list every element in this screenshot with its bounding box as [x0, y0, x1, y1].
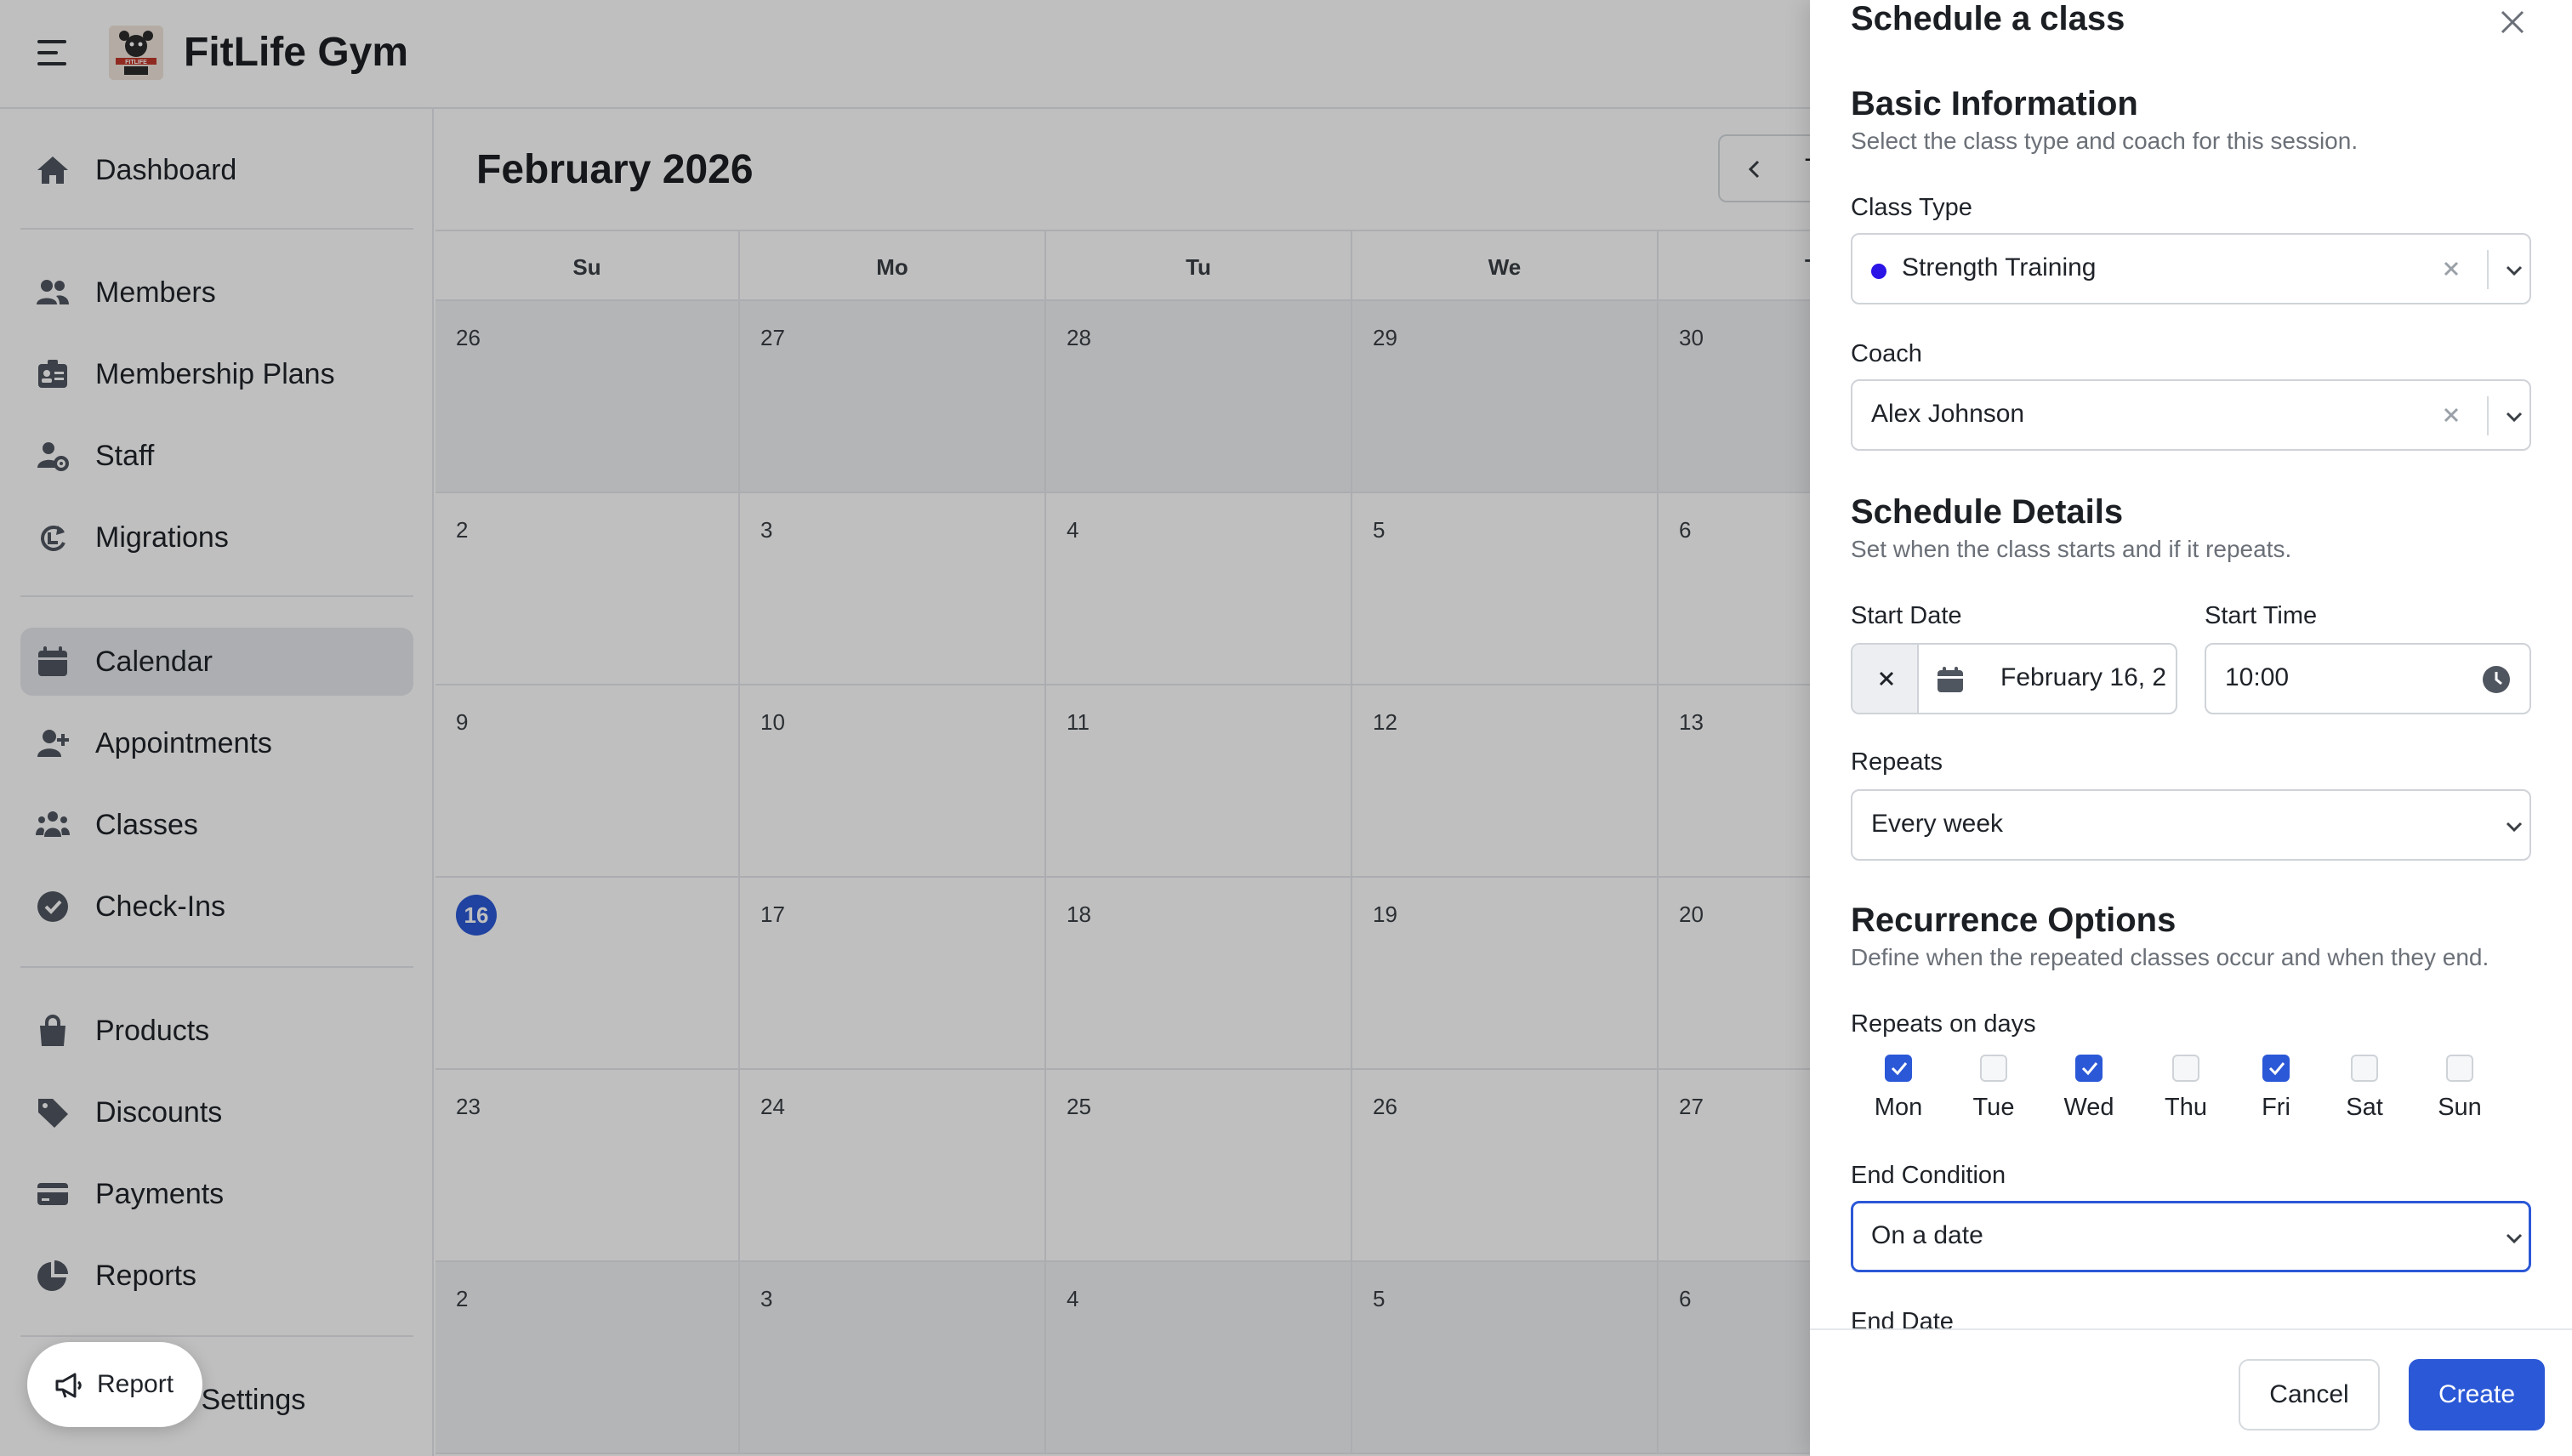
day-checkbox[interactable] [1980, 1055, 2007, 1082]
day-option-mon[interactable]: Mon [1864, 1055, 1932, 1128]
section-desc-recurrence: Define when the repeated classes occur a… [1851, 944, 2489, 970]
day-option-wed[interactable]: Wed [2055, 1055, 2123, 1128]
end-condition-label: End Condition [1851, 1162, 2006, 1189]
checkmark-icon [2268, 1062, 2285, 1076]
modal-backdrop[interactable] [0, 0, 1810, 1456]
checkmark-icon [1891, 1062, 1908, 1076]
day-label: Sun [2438, 1094, 2482, 1121]
section-desc-schedule: Set when the class starts and if it repe… [1851, 536, 2292, 562]
day-checkbox[interactable] [2172, 1055, 2199, 1082]
day-label: Sat [2346, 1094, 2383, 1121]
day-label: Mon [1874, 1094, 1923, 1121]
class-type-select[interactable]: Strength Training [1851, 233, 2531, 304]
start-time-label: Start Time [2205, 602, 2318, 629]
calendar-icon [1938, 667, 1963, 692]
day-label: Wed [2063, 1094, 2114, 1121]
megaphone-icon [55, 1373, 82, 1398]
day-checkbox[interactable] [2075, 1055, 2103, 1082]
schedule-class-drawer: Schedule a class Basic Information Selec… [1810, 0, 2572, 1456]
repeats-on-days-label: Repeats on days [1851, 1010, 2036, 1038]
drawer-title: Schedule a class [1851, 0, 2125, 37]
close-icon[interactable] [2495, 5, 2529, 39]
chevron-down-icon[interactable] [2502, 815, 2526, 839]
start-date-input[interactable]: February 16, 2 [1851, 643, 2177, 714]
start-time-input[interactable]: 10:00 [2205, 643, 2531, 714]
day-option-sat[interactable]: Sat [2330, 1055, 2398, 1128]
close-icon [1879, 671, 1894, 686]
coach-label: Coach [1851, 340, 1922, 367]
end-condition-select[interactable]: On a date [1851, 1201, 2531, 1272]
section-title-schedule: Schedule Details [1851, 493, 2124, 531]
start-date-label: Start Date [1851, 602, 1962, 629]
chevron-down-icon[interactable] [2502, 405, 2526, 429]
day-option-fri[interactable]: Fri [2242, 1055, 2310, 1128]
day-option-sun[interactable]: Sun [2426, 1055, 2494, 1128]
clear-icon[interactable] [2439, 403, 2463, 427]
day-checkbox[interactable] [2262, 1055, 2290, 1082]
repeats-select[interactable]: Every week [1851, 789, 2531, 861]
class-type-label: Class Type [1851, 194, 1972, 221]
day-checkbox[interactable] [2351, 1055, 2378, 1082]
repeats-label: Repeats [1851, 748, 1943, 776]
drawer-footer: Cancel Create [1810, 1328, 2572, 1456]
section-title-basic: Basic Information [1851, 85, 2138, 122]
day-option-tue[interactable]: Tue [1960, 1055, 2028, 1128]
create-button[interactable]: Create [2409, 1359, 2545, 1430]
day-label: Thu [2165, 1094, 2207, 1121]
date-clear-button[interactable] [1852, 645, 1919, 713]
clear-icon[interactable] [2439, 257, 2463, 281]
coach-select[interactable]: Alex Johnson [1851, 379, 2531, 451]
section-desc-basic: Select the class type and coach for this… [1851, 128, 2359, 154]
clock-icon [2483, 666, 2510, 693]
day-label: Tue [1972, 1094, 2015, 1121]
class-color-dot [1871, 264, 1886, 279]
day-label: Fri [2262, 1094, 2290, 1121]
day-checkbox[interactable] [1885, 1055, 1912, 1082]
day-checkbox[interactable] [2446, 1055, 2473, 1082]
chevron-down-icon[interactable] [2502, 1226, 2526, 1250]
day-option-thu[interactable]: Thu [2152, 1055, 2220, 1128]
report-button[interactable]: Report [27, 1342, 202, 1427]
cancel-button[interactable]: Cancel [2239, 1359, 2380, 1430]
checkmark-icon [2081, 1062, 2098, 1076]
chevron-down-icon[interactable] [2502, 259, 2526, 282]
section-title-recurrence: Recurrence Options [1851, 901, 2177, 939]
